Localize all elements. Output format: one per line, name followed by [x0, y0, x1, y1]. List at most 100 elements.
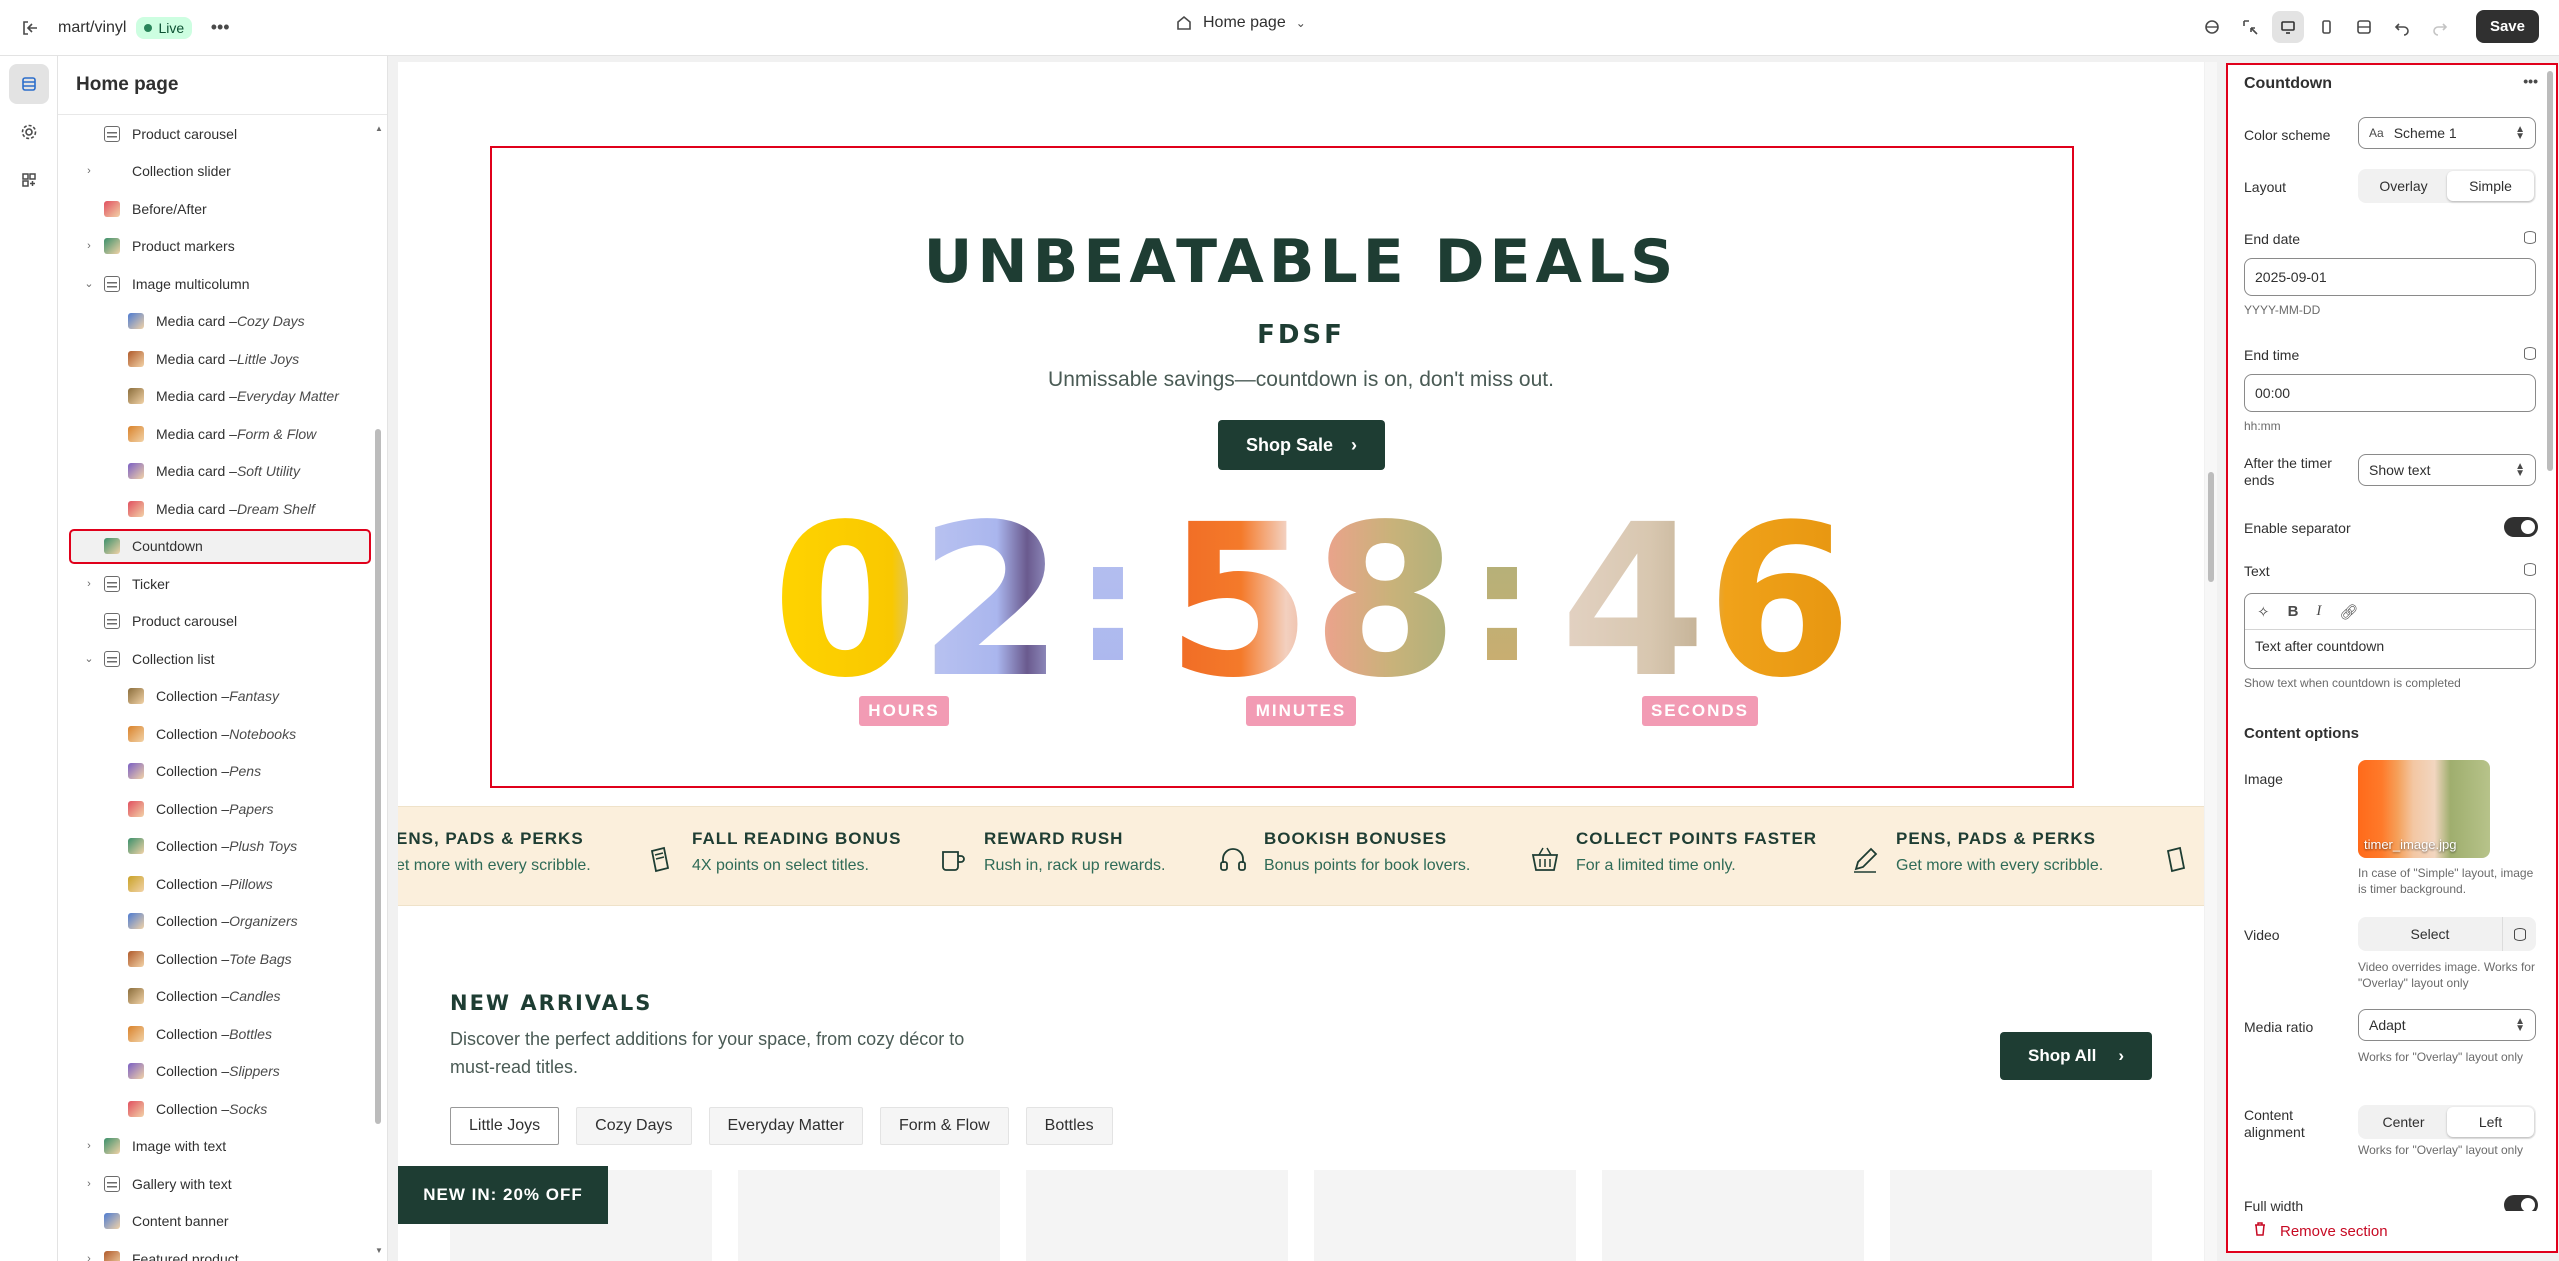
- theme-icon[interactable]: [2196, 11, 2228, 43]
- tree-block-item[interactable]: Media card – Little Joys: [58, 342, 368, 375]
- remove-section-button[interactable]: Remove section: [2252, 1211, 2540, 1251]
- preview-scrollbar-thumb[interactable]: [2208, 472, 2214, 582]
- layout-option[interactable]: Simple: [2447, 171, 2534, 201]
- tree-section-item[interactable]: Content banner: [58, 1205, 368, 1238]
- tree-scrollbar-thumb[interactable]: [375, 429, 381, 1124]
- chevron-right-icon[interactable]: ›: [82, 1140, 96, 1152]
- product-card[interactable]: [738, 1170, 1000, 1261]
- tree-section-item[interactable]: › Gallery with text: [58, 1167, 368, 1200]
- product-card[interactable]: [1314, 1170, 1576, 1261]
- after-timer-select[interactable]: Show text ▲ ▼: [2358, 454, 2536, 486]
- image-picker-thumbnail[interactable]: timer_image.jpg: [2358, 760, 2490, 858]
- chevron-right-icon[interactable]: ›: [82, 165, 96, 177]
- fullscreen-icon[interactable]: [2348, 11, 2380, 43]
- tree-block-item[interactable]: Media card – Dream Shelf: [58, 492, 368, 525]
- save-button[interactable]: Save: [2475, 10, 2539, 43]
- chevron-right-icon[interactable]: ›: [82, 240, 96, 252]
- exit-icon[interactable]: [12, 10, 48, 46]
- mobile-view-icon[interactable]: [2310, 11, 2342, 43]
- shop-sale-button[interactable]: Shop Sale ›: [1218, 420, 1385, 470]
- dynamic-source-icon[interactable]: [2524, 347, 2536, 360]
- shop-all-button[interactable]: Shop All ›: [2000, 1032, 2152, 1080]
- inspector-icon[interactable]: [2234, 11, 2266, 43]
- chevron-down-icon[interactable]: ⌄: [82, 652, 96, 665]
- tree-section-item[interactable]: › Product markers: [58, 230, 368, 263]
- alignment-option[interactable]: Left: [2447, 1107, 2534, 1137]
- undo-icon[interactable]: [2386, 11, 2418, 43]
- tree-block-item[interactable]: Media card – Form & Flow: [58, 417, 368, 450]
- tree-block-item[interactable]: Collection – Pens: [58, 755, 368, 788]
- thumbnail-icon: [128, 350, 144, 367]
- tree-block-item[interactable]: Collection – Tote Bags: [58, 942, 368, 975]
- tree-block-item[interactable]: Collection – Slippers: [58, 1055, 368, 1088]
- tree-section-item[interactable]: › Collection slider: [58, 155, 368, 188]
- layout-option[interactable]: Overlay: [2360, 171, 2447, 201]
- filter-tab[interactable]: Bottles: [1025, 1107, 1113, 1145]
- filter-tab[interactable]: Cozy Days: [576, 1107, 692, 1145]
- dynamic-source-icon[interactable]: [2502, 917, 2536, 951]
- tree-section-item[interactable]: › Featured product: [58, 1242, 368, 1261]
- settings-scrollbar-thumb[interactable]: [2547, 71, 2553, 471]
- tree-section-item[interactable]: ⌄ Image multicolumn: [58, 267, 368, 300]
- tree-item-selected[interactable]: Countdown: [69, 528, 371, 564]
- tree-block-item[interactable]: Collection – Plush Toys: [58, 830, 368, 863]
- tree-block-item[interactable]: Collection – Fantasy: [58, 680, 368, 713]
- color-scheme-select[interactable]: Aa Scheme 1 ▲ ▼: [2358, 117, 2536, 149]
- scroll-down-icon[interactable]: ▼: [375, 1246, 383, 1255]
- tree-block-item[interactable]: Media card – Cozy Days: [58, 305, 368, 338]
- media-ratio-select[interactable]: Adapt ▲ ▼: [2358, 1009, 2536, 1041]
- product-card[interactable]: [1602, 1170, 1864, 1261]
- tree-block-item[interactable]: Collection – Notebooks: [58, 717, 368, 750]
- tree-block-item[interactable]: Collection – Bottles: [58, 1017, 368, 1050]
- video-select[interactable]: Select: [2358, 917, 2536, 951]
- tree-section-item[interactable]: ⌄ Collection list: [58, 642, 368, 675]
- settings-scrollbar[interactable]: [2546, 65, 2554, 1251]
- sections-icon[interactable]: [9, 64, 49, 104]
- filter-tab[interactable]: Little Joys: [450, 1107, 560, 1145]
- dynamic-source-icon[interactable]: [2524, 231, 2536, 244]
- more-actions-icon[interactable]: •••: [202, 10, 238, 46]
- italic-icon[interactable]: I: [2316, 603, 2321, 620]
- filter-tab[interactable]: Form & Flow: [879, 1107, 1009, 1145]
- tree-block-item[interactable]: Collection – Candles: [58, 980, 368, 1013]
- tree-section-item[interactable]: Before/After: [58, 192, 368, 225]
- filter-tab[interactable]: Everyday Matter: [708, 1107, 863, 1145]
- thumbnail-icon: [104, 1250, 120, 1261]
- tree-section-item[interactable]: › Image with text: [58, 1130, 368, 1163]
- gear-icon[interactable]: [9, 112, 49, 152]
- product-card[interactable]: [1890, 1170, 2152, 1261]
- tree-block-item[interactable]: Collection – Papers: [58, 792, 368, 825]
- tree-section-item[interactable]: Product carousel: [58, 605, 368, 638]
- tree-block-item[interactable]: Collection – Pillows: [58, 867, 368, 900]
- alignment-option[interactable]: Center: [2360, 1107, 2447, 1137]
- chevron-down-icon[interactable]: ⌄: [82, 277, 96, 290]
- scroll-up-icon[interactable]: ▲: [375, 124, 383, 133]
- apps-icon[interactable]: [9, 160, 49, 200]
- magic-icon[interactable]: ✧: [2257, 603, 2270, 621]
- dynamic-source-icon[interactable]: [2524, 563, 2536, 576]
- tree-section-item[interactable]: › Ticker: [58, 567, 368, 600]
- more-actions-icon[interactable]: •••: [2523, 73, 2538, 89]
- product-card[interactable]: [1026, 1170, 1288, 1261]
- end-date-field[interactable]: 2025-09-01: [2244, 258, 2536, 296]
- chevron-right-icon[interactable]: ›: [82, 578, 96, 590]
- separator-toggle[interactable]: [2504, 517, 2538, 537]
- desktop-view-icon[interactable]: [2271, 10, 2304, 43]
- tree-scrollbar-track[interactable]: ▲ ▼: [375, 114, 383, 1259]
- tree-section-item[interactable]: Product carousel: [58, 117, 368, 150]
- tree-item-label: Collection list: [132, 650, 215, 667]
- redo-icon[interactable]: [2424, 11, 2456, 43]
- tree-block-item[interactable]: Collection – Organizers: [58, 905, 368, 938]
- chevron-right-icon[interactable]: ›: [82, 1178, 96, 1190]
- page-selector[interactable]: Home page ⌄: [1175, 14, 1306, 32]
- promo-badge[interactable]: NEW IN: 20% OFF: [398, 1166, 608, 1224]
- link-icon[interactable]: 🔗︎: [2339, 603, 2358, 621]
- rich-text-value[interactable]: Text after countdown: [2245, 630, 2535, 662]
- tree-block-item[interactable]: Media card – Everyday Matter: [58, 380, 368, 413]
- end-time-field[interactable]: 00:00: [2244, 374, 2536, 412]
- bold-icon[interactable]: B: [2288, 603, 2299, 620]
- tree-block-item[interactable]: Collection – Socks: [58, 1092, 368, 1125]
- preview-scrollbar[interactable]: [2205, 62, 2217, 1261]
- tree-block-item[interactable]: Media card – Soft Utility: [58, 455, 368, 488]
- chevron-right-icon[interactable]: ›: [82, 1253, 96, 1261]
